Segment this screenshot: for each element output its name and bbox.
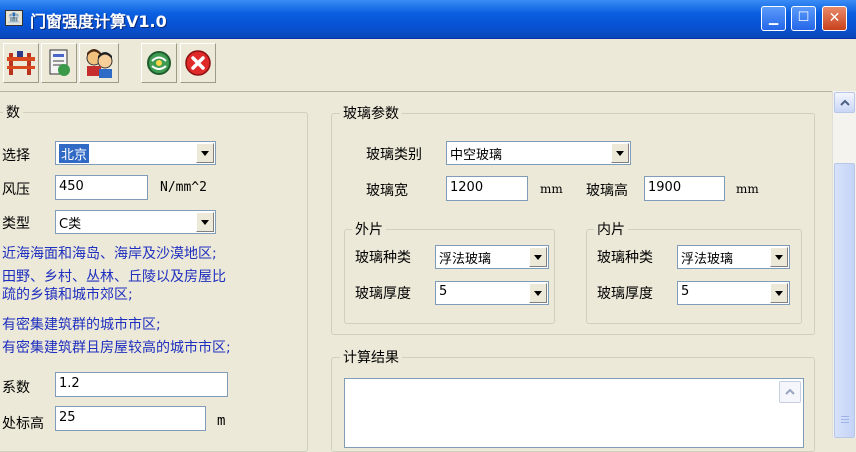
document-icon: [49, 49, 70, 76]
chevron-down-icon: [534, 290, 542, 296]
terrain-desc-a: 近海海面和海岛、海岸及沙漠地区;: [2, 246, 217, 262]
pressure-input[interactable]: 450: [55, 175, 148, 200]
outer-kind-label: 玻璃种类: [355, 250, 411, 266]
glass-type-dropdown-button[interactable]: [611, 143, 629, 163]
chevron-down-icon: [775, 254, 783, 260]
result-legend: 计算结果: [340, 347, 402, 367]
glass-parameters-legend: 玻璃参数: [340, 103, 402, 123]
chevron-down-icon: [616, 150, 624, 156]
chevron-down-icon: [201, 150, 209, 156]
pressure-label: 风压: [2, 182, 30, 198]
grip-line: [841, 422, 849, 423]
glass-height-label: 玻璃高: [586, 183, 628, 199]
title-bar: 🏦 门窗强度计算V1.0 ▁ ☐ ✕: [0, 0, 856, 39]
minimize-icon: ▁: [768, 11, 779, 25]
scroll-thumb[interactable]: [834, 163, 855, 438]
inner-thickness-label: 玻璃厚度: [597, 286, 653, 302]
window-title: 门窗强度计算V1.0: [30, 12, 167, 31]
terrain-type-value: C类: [59, 217, 82, 232]
outer-kind-select[interactable]: 浮法玻璃: [435, 245, 549, 269]
city-select-value: 北京: [59, 144, 90, 163]
type-label: 类型: [2, 216, 30, 232]
wind-parameters-legend: 数: [3, 102, 23, 122]
toolbar-button-exit[interactable]: [180, 43, 216, 83]
elevation-unit: m: [217, 413, 226, 429]
inner-thickness-select[interactable]: 5: [677, 281, 790, 305]
chevron-down-icon: [534, 254, 542, 260]
terrain-desc-b-line2: 疏的乡镇和城市郊区;: [2, 287, 133, 303]
glass-width-unit: mm: [540, 182, 563, 196]
maximize-icon: ☐: [797, 10, 810, 25]
scroll-up-button[interactable]: [834, 92, 855, 113]
city-select-dropdown-button[interactable]: [196, 143, 214, 163]
frame-icon: [7, 51, 35, 75]
outer-pane-legend: 外片: [352, 219, 386, 239]
toolbar-button-globe[interactable]: [141, 43, 177, 83]
coefficient-label: 系数: [2, 380, 30, 396]
close-icon: ✕: [828, 10, 841, 26]
glass-height-input[interactable]: 1900: [644, 176, 725, 201]
grip-line: [841, 419, 849, 420]
city-select[interactable]: 北京: [55, 141, 216, 165]
terrain-type-select[interactable]: C类: [55, 210, 216, 234]
terrain-type-dropdown-button[interactable]: [196, 212, 214, 232]
inner-kind-dropdown-button[interactable]: [770, 247, 788, 267]
terrain-desc-b-line1: 田野、乡村、丛林、丘陵以及房屋比: [2, 269, 226, 285]
inner-kind-label: 玻璃种类: [597, 250, 653, 266]
inner-thickness-value: 5: [681, 284, 690, 299]
chevron-up-icon: [785, 389, 795, 395]
toolbar-button-document[interactable]: [41, 43, 77, 83]
chevron-up-icon: [839, 99, 850, 106]
toolbar-button-frame[interactable]: [3, 43, 39, 83]
pressure-unit: N/mm^2: [160, 180, 207, 195]
inner-kind-value: 浮法玻璃: [681, 252, 734, 267]
grip-line: [841, 416, 849, 417]
app-icon: 🏦: [5, 10, 23, 26]
outer-kind-value: 浮法玻璃: [439, 252, 492, 267]
inner-kind-select[interactable]: 浮法玻璃: [677, 245, 790, 269]
close-button[interactable]: ✕: [822, 6, 847, 31]
outer-thickness-dropdown-button[interactable]: [529, 283, 547, 303]
coefficient-input[interactable]: 1.2: [55, 372, 228, 397]
inner-pane-legend: 内片: [594, 219, 628, 239]
inner-pane-group: [586, 229, 802, 324]
globe-refresh-icon: [147, 51, 171, 75]
result-scroll-up-button[interactable]: [779, 381, 801, 403]
toolbar-button-users[interactable]: [79, 43, 119, 83]
glass-type-select[interactable]: 中空玻璃: [446, 141, 631, 165]
minimize-button[interactable]: ▁: [761, 6, 786, 31]
terrain-desc-c: 有密集建筑群的城市市区;: [2, 317, 161, 333]
outer-kind-dropdown-button[interactable]: [529, 247, 547, 267]
users-icon: [86, 49, 113, 78]
elevation-input[interactable]: 25: [55, 406, 206, 431]
glass-width-label: 玻璃宽: [366, 183, 408, 199]
outer-thickness-label: 玻璃厚度: [355, 286, 411, 302]
maximize-button[interactable]: ☐: [791, 6, 816, 31]
outer-thickness-value: 5: [439, 284, 448, 299]
outer-pane-group: [344, 229, 555, 324]
terrain-desc-d: 有密集建筑群且房屋较高的城市市区;: [2, 340, 231, 356]
elevation-label: 处标高: [2, 416, 44, 432]
main-scrollbar[interactable]: [832, 91, 856, 438]
glass-width-input[interactable]: 1200: [446, 176, 528, 201]
exit-icon: [185, 50, 211, 76]
chevron-down-icon: [201, 219, 209, 225]
inner-thickness-dropdown-button[interactable]: [770, 283, 788, 303]
outer-thickness-select[interactable]: 5: [435, 281, 549, 305]
glass-type-value: 中空玻璃: [450, 148, 503, 163]
glass-type-label: 玻璃类别: [366, 147, 422, 163]
chevron-down-icon: [775, 290, 783, 296]
city-label: 选择: [2, 148, 30, 164]
toolbar: [0, 39, 856, 92]
glass-height-unit: mm: [736, 182, 759, 196]
